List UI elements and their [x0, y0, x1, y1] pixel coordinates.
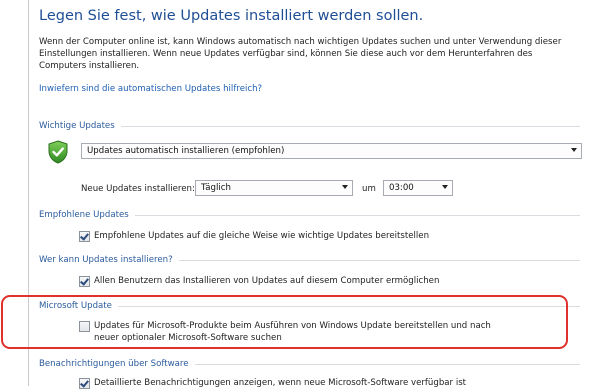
checkbox-label: Allen Benutzern das Installieren von Upd… — [94, 276, 440, 286]
install-day-select[interactable]: Täglich — [195, 180, 353, 196]
section-heading: Benachrichtigungen über Software — [39, 359, 189, 369]
help-link[interactable]: Inwiefern sind die automatischen Updates… — [39, 84, 262, 94]
recommended-updates-option: Empfohlene Updates auf die gleiche Weise… — [79, 230, 429, 242]
install-time-value: 03:00 — [389, 183, 414, 193]
chevron-down-icon — [571, 148, 577, 152]
section-who-can-install: Wer kann Updates installieren? — [39, 254, 580, 266]
section-recommended-updates: Empfohlene Updates — [39, 209, 580, 221]
checkbox-label: Detaillierte Benachrichtigungen anzeigen… — [94, 378, 467, 388]
software-notifications-checkbox[interactable] — [79, 378, 90, 389]
intro-text: Wenn der Computer online ist, kann Windo… — [39, 37, 562, 71]
update-mode-select[interactable]: Updates automatisch installieren (empfoh… — [81, 143, 582, 159]
checkbox-label: Empfohlene Updates auf die gleiche Weise… — [94, 231, 430, 241]
chevron-down-icon — [342, 185, 348, 189]
install-day-value: Täglich — [201, 183, 231, 193]
divider — [178, 259, 580, 261]
divider — [134, 214, 580, 216]
software-notifications-option: Detaillierte Benachrichtigungen anzeigen… — [79, 377, 466, 389]
update-mode-value: Updates automatisch installieren (empfoh… — [87, 146, 285, 156]
recommended-updates-checkbox[interactable] — [79, 231, 90, 242]
time-at-label: um — [362, 184, 376, 194]
all-users-checkbox[interactable] — [79, 276, 90, 287]
install-time-select[interactable]: 03:00 — [383, 180, 453, 196]
section-heading: Wichtige Updates — [39, 121, 115, 131]
all-users-option: Allen Benutzern das Installieren von Upd… — [79, 275, 439, 287]
section-important-updates: Wichtige Updates — [39, 120, 580, 132]
divider — [120, 125, 580, 127]
divider — [194, 363, 580, 365]
shield-check-icon — [48, 140, 68, 164]
section-software-notifications: Benachrichtigungen über Software — [39, 358, 580, 370]
page-title: Legen Sie fest, wie Updates installiert … — [39, 8, 424, 24]
section-heading: Empfohlene Updates — [39, 210, 129, 220]
microsoft-update-highlight — [1, 295, 568, 349]
install-schedule-label: Neue Updates installieren: — [81, 184, 195, 194]
section-heading: Wer kann Updates installieren? — [39, 255, 173, 265]
chevron-down-icon — [442, 185, 448, 189]
